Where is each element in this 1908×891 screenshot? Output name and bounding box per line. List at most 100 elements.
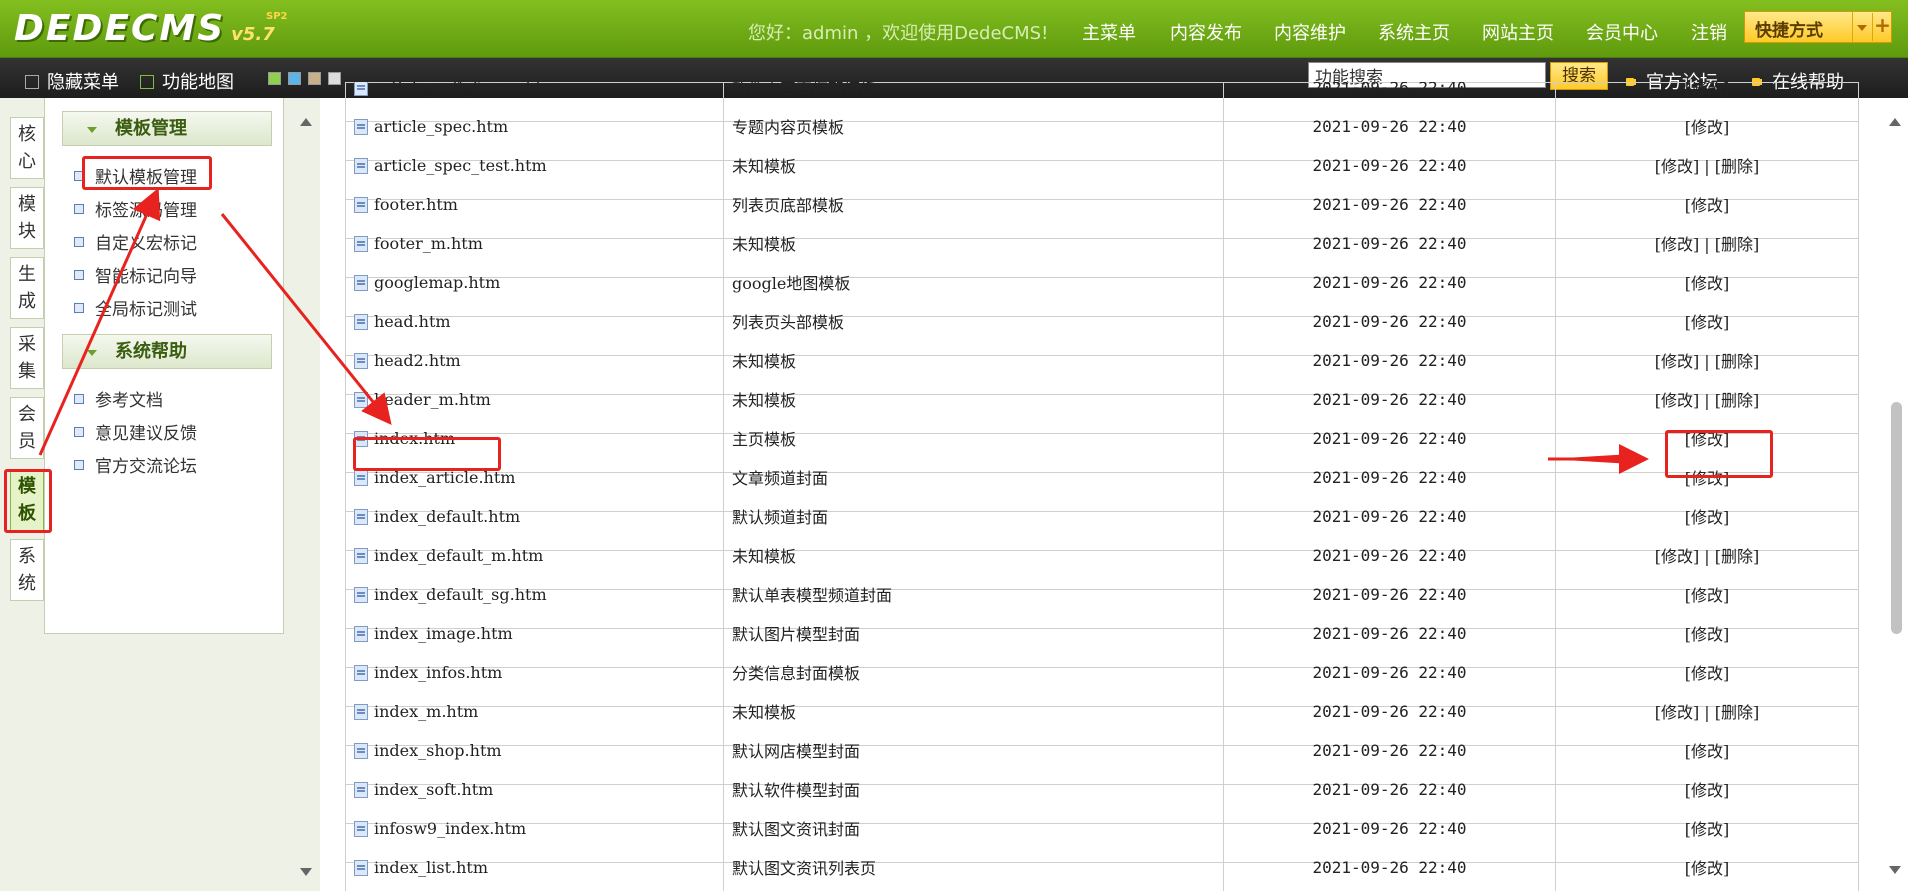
scroll-thumb[interactable] [1891, 402, 1902, 634]
file-name[interactable]: googlemap.htm [374, 273, 500, 292]
file-cell[interactable]: header_m.htm [345, 379, 724, 419]
action-cell[interactable]: [修改] [1555, 106, 1859, 146]
action-cell[interactable]: [修改] [1555, 652, 1859, 692]
action-cell[interactable]: [修改] [1555, 496, 1859, 536]
tab-collect[interactable]: 采 集 [10, 327, 44, 389]
file-name[interactable]: index_shop.htm [374, 741, 502, 760]
nav-main-menu[interactable]: 主菜单 [1082, 19, 1136, 45]
action-cell[interactable]: [修改] [1555, 262, 1859, 302]
action-cell[interactable]: [修改] [1555, 574, 1859, 614]
tab-member-label: 会 员 [18, 404, 36, 452]
skin-green-swatch[interactable] [268, 72, 281, 85]
hide-menu-button[interactable]: 隐藏菜单 [25, 68, 119, 94]
tab-core[interactable]: 核 心 [10, 117, 44, 179]
hide-menu-icon [25, 75, 39, 89]
file-name[interactable]: index_soft.htm [374, 780, 493, 799]
file-cell[interactable]: infosw9_index.htm [345, 808, 724, 848]
file-name[interactable]: index_infos.htm [374, 663, 502, 682]
action-cell[interactable]: [修改] [1555, 847, 1859, 887]
file-name[interactable]: article_spec_test.htm [374, 156, 547, 175]
file-name[interactable]: index_m.htm [374, 702, 478, 721]
file-name[interactable]: head2.htm [374, 351, 461, 370]
tab-member[interactable]: 会 员 [10, 397, 44, 459]
action-cell[interactable]: [修改] | [删除] [1555, 691, 1859, 731]
skin-gray-swatch[interactable] [328, 72, 341, 85]
menu-item-feedback[interactable]: 意见建议反馈 [74, 419, 197, 444]
action-cell[interactable]: [修改] [1555, 769, 1859, 809]
menu-group-template-manage[interactable]: 模板管理 [62, 111, 272, 146]
nav-site-home[interactable]: 网站主页 [1482, 19, 1554, 45]
file-cell[interactable]: googlemap.htm [345, 262, 724, 302]
file-name[interactable]: infosw9_index.htm [374, 819, 526, 838]
action-cell[interactable]: [修改] [1555, 82, 1859, 107]
action-cell[interactable]: [修改] | [删除] [1555, 223, 1859, 263]
action-cell[interactable]: [修改] [1555, 184, 1859, 224]
shortcut-button[interactable]: 快捷方式 + [1744, 11, 1892, 43]
file-cell[interactable]: index_default.htm [345, 496, 724, 536]
tab-system[interactable]: 系 统 [10, 539, 44, 601]
menu-item-custom-macro[interactable]: 自定义宏标记 [74, 229, 197, 254]
nav-logout[interactable]: 注销 [1691, 19, 1727, 45]
file-name[interactable]: index_default_m.htm [374, 546, 543, 565]
desc-cell: 主页模板 [723, 418, 1224, 458]
nav-system-home[interactable]: 系统主页 [1378, 19, 1450, 45]
file-cell[interactable]: head2.htm [345, 340, 724, 380]
file-cell[interactable]: head.htm [345, 301, 724, 341]
file-cell[interactable]: index_default_sg.htm [345, 574, 724, 614]
scroll-up-icon[interactable] [1889, 112, 1901, 126]
file-cell[interactable]: index_default_m.htm [345, 535, 724, 575]
desc-cell: 分类信息封面模板 [723, 652, 1224, 692]
left-scroll-down-icon[interactable] [300, 868, 312, 882]
action-cell[interactable]: [修改] [1555, 730, 1859, 770]
file-cell[interactable]: article_spec_test.htm [345, 145, 724, 185]
file-name[interactable]: index_default_sg.htm [374, 585, 547, 604]
file-cell[interactable]: footer.htm [345, 184, 724, 224]
tab-generate[interactable]: 生 成 [10, 257, 44, 319]
time-cell: 2021-09-26 22:40 [1223, 106, 1556, 146]
right-scrollbar[interactable] [1886, 98, 1906, 891]
menu-item-global-tag-test[interactable]: 全局标记测试 [74, 295, 197, 320]
file-name[interactable]: index_image.htm [374, 624, 513, 643]
function-map-button[interactable]: 功能地图 [140, 68, 234, 94]
file-cell[interactable]: index_shop.htm [345, 730, 724, 770]
add-shortcut-button[interactable]: + [1872, 13, 1892, 41]
file-cell[interactable]: index_soft.htm [345, 769, 724, 809]
file-name[interactable]: article_soft_frame.htm [374, 82, 557, 97]
menu-item-official-forum[interactable]: 官方交流论坛 [74, 452, 197, 477]
left-scroll-up-icon[interactable] [300, 112, 312, 126]
file-name[interactable]: article_spec.htm [374, 117, 508, 136]
action-cell[interactable]: [修改] [1555, 301, 1859, 341]
skin-blue-swatch[interactable] [288, 72, 301, 85]
chevron-down-icon[interactable] [1852, 12, 1871, 42]
file-cell[interactable]: footer_m.htm [345, 223, 724, 263]
file-name[interactable]: footer_m.htm [374, 234, 483, 253]
nav-content-maintain[interactable]: 内容维护 [1274, 19, 1346, 45]
file-cell[interactable]: article_spec.htm [345, 106, 724, 146]
file-name[interactable]: head.htm [374, 312, 451, 331]
file-cell[interactable]: article_soft_frame.htm [345, 82, 724, 107]
file-cell[interactable]: index_image.htm [345, 613, 724, 653]
nav-member-center[interactable]: 会员中心 [1586, 19, 1658, 45]
file-cell[interactable]: index_infos.htm [345, 652, 724, 692]
menu-item-reference-docs[interactable]: 参考文档 [74, 386, 163, 411]
action-cell[interactable]: [修改] | [删除] [1555, 379, 1859, 419]
file-cell[interactable]: index_list.htm [345, 847, 724, 887]
scroll-down-icon[interactable] [1889, 866, 1901, 880]
file-name[interactable]: index_list.htm [374, 858, 488, 877]
menu-item-smart-tag-wizard[interactable]: 智能标记向导 [74, 262, 197, 287]
file-name[interactable]: footer.htm [374, 195, 458, 214]
file-cell[interactable]: index_m.htm [345, 691, 724, 731]
action-cell[interactable]: [修改] [1555, 613, 1859, 653]
action-cell[interactable]: [修改] | [删除] [1555, 340, 1859, 380]
nav-content-publish[interactable]: 内容发布 [1170, 19, 1242, 45]
file-name[interactable]: header_m.htm [374, 390, 491, 409]
action-cell[interactable]: [修改] [1555, 808, 1859, 848]
skin-brown-swatch[interactable] [308, 72, 321, 85]
action-cell[interactable]: [修改] | [删除] [1555, 145, 1859, 185]
file-name[interactable]: index_default.htm [374, 507, 520, 526]
action-cell[interactable]: [修改] | [删除] [1555, 535, 1859, 575]
tab-modules[interactable]: 模 块 [10, 187, 44, 249]
menu-group-system-help[interactable]: 系统帮助 [62, 334, 272, 369]
desc-cell: 专题内容页模板 [723, 106, 1224, 146]
menu-item-tag-source[interactable]: 标签源码管理 [74, 196, 197, 221]
